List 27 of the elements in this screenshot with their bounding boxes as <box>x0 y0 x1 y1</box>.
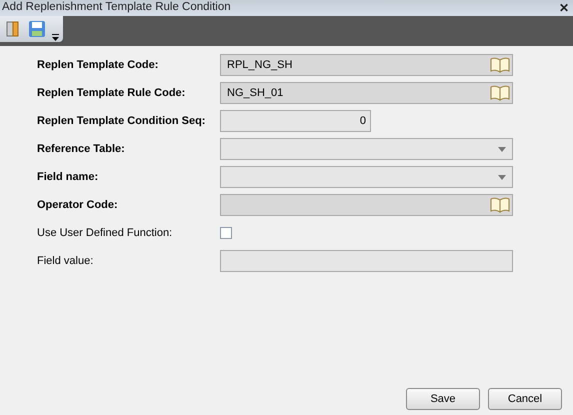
input-field[interactable] <box>220 250 513 272</box>
field-label: Field name: <box>37 170 100 185</box>
dropdown-field[interactable] <box>220 166 513 188</box>
save-button[interactable]: Save <box>406 388 480 410</box>
field-label: Replen Template Rule Code: <box>37 86 186 101</box>
input-field[interactable] <box>220 194 513 216</box>
dropdown-arrow-icon[interactable] <box>498 174 506 180</box>
field-label: Replen Template Condition Seq: <box>37 114 206 129</box>
book-icon[interactable] <box>490 197 510 213</box>
window-title: Add Replenishment Template Rule Condition <box>2 0 231 16</box>
dropdown-field[interactable] <box>220 138 513 160</box>
dropdown-icon[interactable] <box>52 33 59 41</box>
cancel-button[interactable]: Cancel <box>488 388 562 410</box>
checkbox[interactable] <box>220 227 232 239</box>
input-field[interactable]: NG_SH_01 <box>220 82 513 104</box>
field-label: Use User Defined Function: <box>37 226 174 241</box>
book-icon[interactable] <box>490 85 510 101</box>
input-field[interactable]: 0 <box>220 110 371 132</box>
field-label: Reference Table: <box>37 142 126 157</box>
input-field[interactable]: RPL_NG_SH <box>220 54 513 76</box>
field-label: Replen Template Code: <box>37 58 160 73</box>
field-label: Field value: <box>37 254 94 269</box>
close-button[interactable]: ✕ <box>559 2 569 14</box>
dropdown-arrow-icon[interactable] <box>498 146 506 152</box>
book-icon[interactable] <box>490 57 510 73</box>
field-label: Operator Code: <box>37 198 119 213</box>
save-icon[interactable] <box>28 20 46 38</box>
